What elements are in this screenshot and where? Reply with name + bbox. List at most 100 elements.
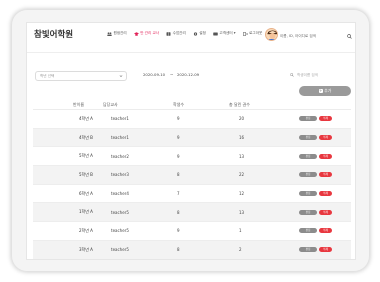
support-icon: [213, 32, 218, 36]
gear-icon: [193, 31, 198, 36]
nav-label: 원생관리: [113, 31, 127, 35]
table-row[interactable]: 4학년 B teacher1 9 16 편집 삭제: [33, 128, 351, 148]
student-count: 9: [177, 153, 180, 159]
nav-label: 설정: [199, 31, 206, 35]
edit-button[interactable]: 편집: [299, 153, 317, 159]
edit-button[interactable]: 편집: [299, 247, 317, 253]
avatar[interactable]: [265, 28, 278, 41]
top-bar: 참빛어학원 원생관리 반 관리 교사 수업관리 설정 고객센터 ▾ 로그아웃 이…: [27, 23, 355, 53]
book-icon: [166, 31, 171, 36]
nav-item-support[interactable]: 고객센터 ▾: [213, 31, 236, 36]
class-name: 5학년 A: [79, 153, 93, 159]
table-row[interactable]: 5학년 A teacher2 9 13 편집 삭제: [33, 147, 351, 167]
teacher-name: teacher3: [111, 172, 129, 178]
student-count: 9: [177, 135, 180, 141]
date-from[interactable]: 2020-09-10: [143, 72, 165, 77]
teacher-name: teacher5: [111, 228, 129, 234]
book-count: 1: [239, 228, 242, 234]
table-row[interactable]: 3학년 A teacher5 8 2 편집 삭제: [33, 240, 351, 259]
nav-item-students[interactable]: 원생관리: [107, 31, 127, 36]
delete-button[interactable]: 삭제: [319, 135, 332, 141]
student-search-input[interactable]: 학생이름 검색: [287, 71, 353, 81]
class-select-value: 학년 선택: [40, 74, 55, 78]
edit-button[interactable]: 편집: [299, 116, 317, 122]
search-icon: [290, 73, 294, 77]
table-row[interactable]: 1학년 A teacher5 8 13 편집 삭제: [33, 203, 351, 223]
column-header: 총 달린 권수: [229, 101, 250, 107]
student-count: 8: [177, 209, 180, 215]
add-class-button[interactable]: + 추가: [299, 86, 351, 96]
nav-label: 로그아웃: [249, 31, 263, 35]
book-count: 2: [239, 247, 242, 253]
main-nav: 원생관리 반 관리 교사 수업관리 설정 고객센터 ▾ 로그아웃: [107, 31, 269, 36]
delete-button[interactable]: 삭제: [319, 116, 332, 122]
chevron-down-icon: [119, 75, 123, 77]
logout-icon: [242, 31, 248, 36]
student-count: 7: [177, 191, 180, 197]
class-select[interactable]: 학년 선택: [35, 71, 127, 81]
nav-item-class-management[interactable]: 반 관리 교사: [133, 31, 160, 36]
brand-title: 참빛어학원: [34, 30, 74, 40]
delete-button[interactable]: 삭제: [319, 247, 332, 253]
nav-item-lessons[interactable]: 수업관리: [166, 31, 186, 36]
class-table: 반이름 담당교사 학생수 총 달린 권수 4학년 A teacher1 9 20…: [33, 100, 351, 259]
teacher-name: teacher1: [111, 135, 129, 141]
class-name: 3학년 A: [79, 246, 93, 252]
delete-button[interactable]: 삭제: [319, 209, 332, 215]
delete-button[interactable]: 삭제: [319, 153, 332, 159]
header-search[interactable]: 이름, ID, 아이디로 검색: [280, 32, 352, 40]
nav-item-logout[interactable]: 로그아웃: [242, 31, 263, 36]
teacher-name: teacher5: [111, 209, 129, 215]
nav-label: 고객센터 ▾: [219, 31, 236, 35]
class-name: 2학년 A: [79, 227, 93, 233]
book-count: 22: [239, 172, 245, 178]
teacher-name: teacher1: [111, 116, 129, 122]
delete-button[interactable]: 삭제: [319, 172, 332, 178]
teacher-name: teacher2: [111, 153, 129, 159]
users-icon: [107, 31, 112, 36]
edit-button[interactable]: 편집: [299, 209, 317, 215]
class-name: 4학년 B: [79, 134, 93, 140]
date-to[interactable]: 2020-12-09: [177, 72, 199, 77]
table-row[interactable]: 2학년 A teacher5 9 1 편집 삭제: [33, 222, 351, 241]
edit-button[interactable]: 편집: [299, 191, 317, 197]
nav-label: 반 관리 교사: [140, 31, 160, 35]
teacher-name: teacher4: [111, 191, 129, 197]
delete-button[interactable]: 삭제: [319, 228, 332, 234]
table-row[interactable]: 6학년 A teacher4 7 12 편집 삭제: [33, 185, 351, 204]
column-header: 담당교사: [103, 101, 118, 107]
class-name: 1학년 A: [79, 209, 93, 215]
date-separator: ~: [170, 72, 174, 77]
edit-button[interactable]: 편집: [299, 135, 317, 141]
header-search-placeholder: 이름, ID, 아이디로 검색: [280, 33, 316, 38]
delete-button[interactable]: 삭제: [319, 191, 332, 197]
class-name: 6학년 A: [79, 190, 93, 196]
add-button-label: 추가: [324, 88, 332, 93]
edit-button[interactable]: 편집: [299, 172, 317, 178]
column-header: 반이름: [73, 101, 85, 107]
class-name: 5학년 B: [79, 171, 93, 177]
student-count: 8: [177, 247, 180, 253]
search-icon[interactable]: [347, 33, 352, 39]
class-name: 4학년 A: [79, 115, 93, 121]
edit-button[interactable]: 편집: [299, 228, 317, 234]
filter-bar: 학년 선택 2020-09-10 ~ 2020-12-09 학생이름 검색: [35, 71, 351, 81]
student-count: 8: [177, 172, 180, 178]
book-count: 13: [239, 153, 245, 159]
class-icon: [133, 31, 139, 36]
table-header: 반이름 담당교사 학생수 총 달린 권수: [33, 100, 351, 110]
student-count: 9: [177, 228, 180, 234]
column-header: 학생수: [173, 101, 185, 107]
nav-label: 수업관리: [172, 31, 186, 35]
book-count: 16: [239, 135, 245, 141]
nav-item-settings[interactable]: 설정: [193, 31, 206, 36]
table-row[interactable]: 5학년 B teacher3 8 22 편집 삭제: [33, 166, 351, 185]
table-row[interactable]: 4학년 A teacher1 9 20 편집 삭제: [33, 110, 351, 129]
book-count: 13: [239, 209, 245, 215]
teacher-name: teacher5: [111, 247, 129, 253]
student-search-placeholder: 학생이름 검색: [297, 73, 318, 77]
book-count: 12: [239, 191, 245, 197]
plus-icon: +: [318, 88, 323, 93]
app-screen: 참빛어학원 원생관리 반 관리 교사 수업관리 설정 고객센터 ▾ 로그아웃 이…: [26, 22, 356, 260]
tablet-frame: 참빛어학원 원생관리 반 관리 교사 수업관리 설정 고객센터 ▾ 로그아웃 이…: [11, 9, 370, 272]
